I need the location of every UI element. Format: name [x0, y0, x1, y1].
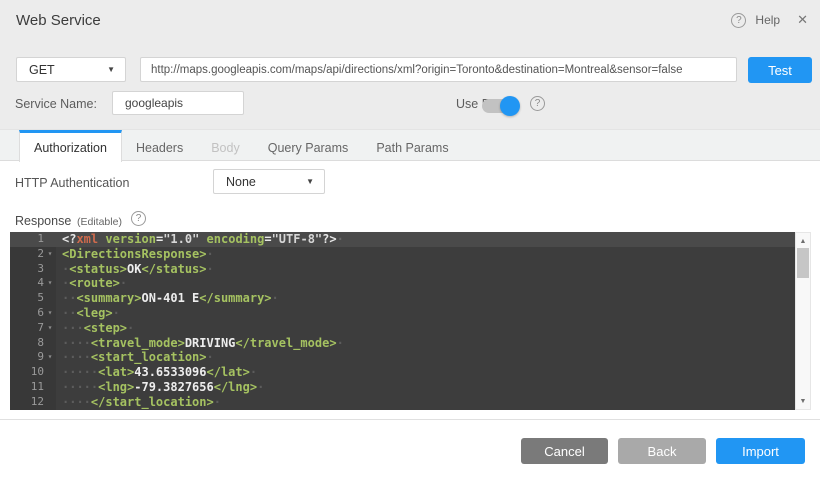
code-line[interactable]: 1<?xml version="1.0" encoding="UTF-8"?>·: [10, 232, 795, 247]
code-line[interactable]: 9▾····<start_location>·: [10, 350, 795, 365]
code-line[interactable]: 10·····<lat>43.6533096</lat>·: [10, 365, 795, 380]
line-number: 1: [10, 232, 56, 247]
line-number: 3: [10, 262, 56, 277]
line-number: 10: [10, 365, 56, 380]
test-button[interactable]: Test: [748, 57, 812, 83]
fold-icon[interactable]: ▾: [44, 321, 56, 336]
tab-body: Body: [197, 130, 254, 162]
code-text[interactable]: ···<step>·: [56, 321, 134, 336]
code-line[interactable]: 5··<summary>ON-401 E</summary>·: [10, 291, 795, 306]
page-title: Web Service: [16, 12, 101, 29]
chevron-down-icon: ▼: [306, 177, 314, 186]
response-label: Response: [15, 214, 71, 228]
code-text[interactable]: ·<route>·: [56, 276, 127, 291]
close-icon[interactable]: ✕: [797, 12, 808, 28]
code-text[interactable]: ····<travel_mode>DRIVING</travel_mode>·: [56, 336, 344, 351]
code-line[interactable]: 7▾···<step>·: [10, 321, 795, 336]
code-line[interactable]: 4▾·<route>·: [10, 276, 795, 291]
tab-query-params[interactable]: Query Params: [254, 130, 363, 162]
toggle-knob: [500, 96, 520, 116]
code-line[interactable]: 3·<status>OK</status>·: [10, 262, 795, 277]
back-button[interactable]: Back: [618, 438, 706, 464]
code-text[interactable]: ····</start_location>·: [56, 395, 221, 410]
service-name-label: Service Name:: [15, 97, 97, 111]
cancel-button[interactable]: Cancel: [521, 438, 608, 464]
chevron-down-icon: ▼: [107, 65, 115, 74]
help-label[interactable]: Help: [755, 13, 780, 27]
use-proxy-toggle[interactable]: [482, 96, 522, 116]
code-text[interactable]: <?xml version="1.0" encoding="UTF-8"?>·: [56, 232, 344, 247]
code-text[interactable]: ····<start_location>·: [56, 350, 214, 365]
code-line[interactable]: 11·····<lng>-79.3827656</lng>·: [10, 380, 795, 395]
line-number: 5: [10, 291, 56, 306]
method-value: GET: [29, 63, 55, 77]
tab-headers[interactable]: Headers: [122, 130, 197, 162]
line-number: 7▾: [10, 321, 56, 336]
scroll-up-icon[interactable]: ▲: [796, 235, 810, 247]
line-number: 4▾: [10, 276, 56, 291]
response-editable-label: (Editable): [77, 216, 122, 228]
editor-vscrollbar[interactable]: ▲ ▼: [795, 232, 811, 410]
line-number: 11: [10, 380, 56, 395]
fold-icon[interactable]: ▾: [44, 247, 56, 262]
scroll-down-icon[interactable]: ▼: [796, 395, 810, 407]
footer-divider: [0, 419, 820, 420]
code-text[interactable]: ·····<lat>43.6533096</lat>·: [56, 365, 257, 380]
scroll-thumb[interactable]: [797, 248, 809, 278]
service-name-input[interactable]: [112, 91, 244, 115]
method-select[interactable]: GET ▼: [16, 57, 126, 82]
web-service-dialog: Web Service ? Help ✕ GET ▼ Test Service …: [0, 0, 820, 478]
line-number: 6▾: [10, 306, 56, 321]
code-line[interactable]: 2▾<DirectionsResponse>·: [10, 247, 795, 262]
fold-icon[interactable]: ▾: [44, 350, 56, 365]
fold-icon[interactable]: ▾: [44, 276, 56, 291]
line-number: 12: [10, 395, 56, 410]
code-line[interactable]: 6▾··<leg>·: [10, 306, 795, 321]
line-number: 9▾: [10, 350, 56, 365]
header-actions: ? Help ✕: [731, 12, 808, 28]
tab-bar: AuthorizationHeadersBodyQuery ParamsPath…: [0, 129, 820, 161]
http-auth-label: HTTP Authentication: [15, 176, 129, 190]
http-auth-select[interactable]: None ▼: [213, 169, 325, 194]
code-line[interactable]: 8····<travel_mode>DRIVING</travel_mode>·: [10, 336, 795, 351]
import-button[interactable]: Import: [716, 438, 805, 464]
tab-authorization[interactable]: Authorization: [19, 130, 122, 162]
code-text[interactable]: <DirectionsResponse>·: [56, 247, 214, 262]
fold-icon[interactable]: ▾: [44, 306, 56, 321]
code-text[interactable]: ··<leg>·: [56, 306, 120, 321]
line-number: 2▾: [10, 247, 56, 262]
code-text[interactable]: ·····<lng>-79.3827656</lng>·: [56, 380, 264, 395]
url-input[interactable]: [140, 57, 737, 82]
tab-path-params[interactable]: Path Params: [362, 130, 462, 162]
code-editor[interactable]: 1<?xml version="1.0" encoding="UTF-8"?>·…: [10, 232, 795, 410]
help-icon[interactable]: ?: [731, 13, 746, 28]
code-text[interactable]: ·<status>OK</status>·: [56, 262, 214, 277]
dialog-header-section: Web Service ? Help ✕ GET ▼ Test Service …: [0, 0, 820, 129]
code-line[interactable]: 12····</start_location>·: [10, 395, 795, 410]
response-help-icon[interactable]: ?: [131, 211, 146, 226]
proxy-help-icon[interactable]: ?: [530, 96, 545, 111]
code-text[interactable]: ··<summary>ON-401 E</summary>·: [56, 291, 279, 306]
line-number: 8: [10, 336, 56, 351]
http-auth-value: None: [226, 175, 256, 189]
